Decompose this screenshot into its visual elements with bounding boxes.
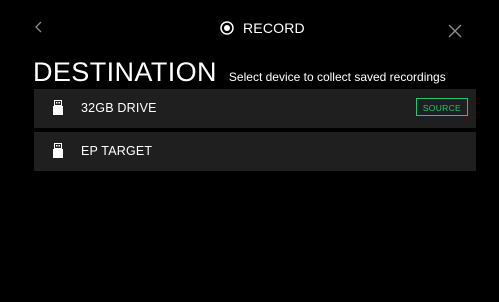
- chevron-left-icon: [35, 21, 42, 33]
- device-list: 32GB DRIVE SOURCE EP TARGET: [34, 89, 476, 175]
- record-mode-toggle[interactable]: RECORD: [220, 18, 305, 38]
- source-badge: SOURCE: [415, 98, 468, 116]
- heading-row: DESTINATION Select device to collect sav…: [33, 56, 446, 88]
- record-destination-screen: RECORD DESTINATION Select device to coll…: [0, 0, 499, 302]
- device-row-ep-target[interactable]: EP TARGET: [34, 132, 476, 171]
- back-button[interactable]: [32, 17, 48, 37]
- record-label: RECORD: [243, 20, 305, 36]
- device-row-32gb-drive[interactable]: 32GB DRIVE SOURCE: [34, 89, 476, 128]
- close-button[interactable]: [446, 22, 464, 40]
- close-icon: [448, 24, 462, 38]
- page-title: DESTINATION: [33, 57, 217, 87]
- usb-drive-icon: [53, 100, 63, 115]
- radio-selected-icon: [220, 21, 234, 35]
- top-bar: RECORD: [0, 0, 499, 52]
- usb-drive-icon: [53, 143, 63, 158]
- device-name: EP TARGET: [81, 144, 153, 158]
- device-name: 32GB DRIVE: [81, 101, 157, 115]
- page-subtitle: Select device to collect saved recording…: [228, 70, 446, 84]
